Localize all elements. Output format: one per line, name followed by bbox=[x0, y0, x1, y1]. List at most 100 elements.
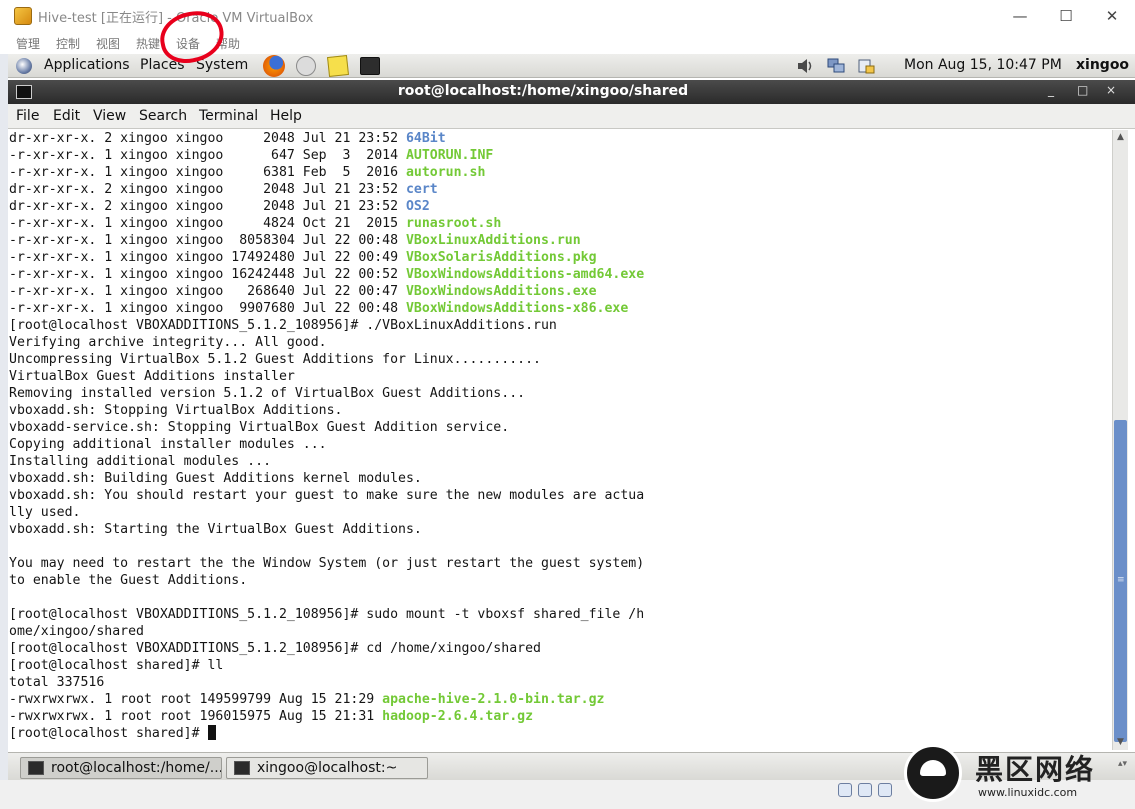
executable-name: runasroot.sh bbox=[405, 216, 502, 231]
terminal-scrollbar[interactable]: ▲ ≡ ▼ bbox=[1112, 130, 1128, 750]
terminal-title: root@localhost:/home/xingoo/shared bbox=[397, 83, 689, 99]
terminal-line: vboxadd.sh: Building Guest Additions ker… bbox=[9, 470, 644, 487]
terminal-icon bbox=[360, 57, 380, 75]
terminal-text: -rwxrwxrwx. 1 root root 196015975 Aug 15… bbox=[9, 709, 383, 724]
terminal-menu-help[interactable]: Help bbox=[270, 108, 302, 124]
scroll-up-arrow-icon[interactable]: ▲ bbox=[1113, 130, 1128, 145]
minimize-button[interactable]: — bbox=[997, 2, 1043, 30]
terminal-line: dr-xr-xr-x. 2 xingoo xingoo 2048 Jul 21 … bbox=[9, 130, 644, 147]
vbox-title-bar: Hive-test [正在运行] - Oracle VM VirtualBox … bbox=[0, 0, 1135, 32]
terminal-launcher[interactable] bbox=[358, 54, 382, 78]
terminal-line: -rwxrwxrwx. 1 root root 196015975 Aug 15… bbox=[9, 708, 644, 725]
scroll-down-arrow-icon[interactable]: ▼ bbox=[1113, 735, 1128, 750]
terminal-line: You may need to restart the the Window S… bbox=[9, 555, 644, 572]
terminal-text: to enable the Guest Additions. bbox=[9, 573, 248, 588]
terminal-text: vboxadd.sh: Starting the VirtualBox Gues… bbox=[9, 522, 422, 537]
gnome-bottom-panel: root@localhost:/home/... xingoo@localhos… bbox=[8, 752, 1135, 780]
close-button[interactable]: ✕ bbox=[1089, 2, 1135, 30]
terminal-line: Removing installed version 5.1.2 of Virt… bbox=[9, 385, 644, 402]
maximize-button[interactable]: ☐ bbox=[1043, 2, 1089, 30]
terminal-text: -r-xr-xr-x. 1 xingoo xingoo 16242448 Jul… bbox=[9, 267, 406, 282]
terminal-menu-file[interactable]: File bbox=[16, 108, 39, 124]
terminal-output[interactable]: dr-xr-xr-x. 2 xingoo xingoo 2048 Jul 21 … bbox=[8, 130, 1111, 750]
taskbar-scroll-arrows-icon[interactable]: ▴▾ bbox=[1118, 759, 1128, 769]
terminal-lines: dr-xr-xr-x. 2 xingoo xingoo 2048 Jul 21 … bbox=[9, 130, 644, 742]
vbox-menu-help[interactable]: 帮助 bbox=[216, 35, 240, 52]
virtualbox-app-icon bbox=[14, 7, 32, 25]
terminal-line: [root@localhost shared]# ll bbox=[9, 657, 644, 674]
terminal-line: -r-xr-xr-x. 1 xingoo xingoo 8058304 Jul … bbox=[9, 232, 644, 249]
gnome-top-panel: Applications Places System Mon Aug 15, 1… bbox=[8, 54, 1135, 78]
terminal-line: -r-xr-xr-x. 1 xingoo xingoo 16242448 Jul… bbox=[9, 266, 644, 283]
terminal-line: vboxadd.sh: Starting the VirtualBox Gues… bbox=[9, 521, 644, 538]
scrollbar-thumb[interactable]: ≡ bbox=[1114, 420, 1127, 742]
applications-menu[interactable]: Applications bbox=[44, 57, 130, 73]
vbox-menu-view[interactable]: 视图 bbox=[96, 35, 120, 52]
volume-icon[interactable] bbox=[796, 57, 816, 75]
system-menu[interactable]: System bbox=[196, 57, 248, 73]
gnome-foot-icon bbox=[16, 58, 32, 74]
terminal-line: vboxadd-service.sh: Stopping VirtualBox … bbox=[9, 419, 644, 436]
terminal-line: -r-xr-xr-x. 1 xingoo xingoo 6381 Feb 5 2… bbox=[9, 164, 644, 181]
terminal-menu-terminal[interactable]: Terminal bbox=[199, 108, 258, 124]
terminal-text: -r-xr-xr-x. 1 xingoo xingoo 9907680 Jul … bbox=[9, 301, 406, 316]
terminal-text: [root@localhost VBOXADDITIONS_5.1.2_1089… bbox=[9, 641, 541, 656]
terminal-text: total 337516 bbox=[9, 675, 105, 690]
terminal-text: vboxadd.sh: You should restart your gues… bbox=[9, 488, 645, 503]
places-menu[interactable]: Places bbox=[140, 57, 185, 73]
terminal-line: vboxadd.sh: Stopping VirtualBox Addition… bbox=[9, 402, 644, 419]
terminal-text: [root@localhost VBOXADDITIONS_5.1.2_1089… bbox=[9, 318, 557, 333]
terminal-text: Removing installed version 5.1.2 of Virt… bbox=[9, 386, 526, 401]
terminal-close-button[interactable]: × bbox=[1106, 83, 1116, 97]
terminal-text: -r-xr-xr-x. 1 xingoo xingoo 6381 Feb 5 2… bbox=[9, 165, 406, 180]
terminal-line: dr-xr-xr-x. 2 xingoo xingoo 2048 Jul 21 … bbox=[9, 181, 644, 198]
hdd-status-icon[interactable] bbox=[838, 783, 852, 797]
taskbar-item-xingoo-terminal[interactable]: xingoo@localhost:~ bbox=[226, 757, 428, 779]
taskbar-item-label: root@localhost:/home/... bbox=[51, 760, 222, 776]
vbox-menu-manage[interactable]: 管理 bbox=[16, 35, 40, 52]
terminal-text: Verifying archive integrity... All good. bbox=[9, 335, 327, 350]
vbox-menu-control[interactable]: 控制 bbox=[56, 35, 80, 52]
updates-icon[interactable] bbox=[856, 57, 876, 75]
notes-launcher[interactable] bbox=[326, 54, 350, 78]
terminal-menu-edit[interactable]: Edit bbox=[53, 108, 80, 124]
mail-icon bbox=[296, 56, 316, 76]
terminal-text: [root@localhost shared]# bbox=[9, 726, 208, 741]
terminal-maximize-button[interactable]: □ bbox=[1077, 83, 1088, 97]
firefox-launcher[interactable] bbox=[262, 54, 286, 78]
terminal-cursor bbox=[207, 725, 216, 740]
executable-name: AUTORUN.INF bbox=[405, 148, 494, 163]
mail-launcher[interactable] bbox=[294, 54, 318, 78]
optical-status-icon[interactable] bbox=[858, 783, 872, 797]
taskbar-item-root-terminal[interactable]: root@localhost:/home/... bbox=[20, 757, 222, 779]
vbox-menu-bar: 管理 控制 视图 热键 设备 帮助 bbox=[0, 32, 1135, 54]
network-icon[interactable] bbox=[826, 57, 846, 75]
terminal-line: -r-xr-xr-x. 1 xingoo xingoo 9907680 Jul … bbox=[9, 300, 644, 317]
watermark-url: www.linuxidc.com bbox=[978, 786, 1078, 799]
terminal-line: Verifying archive integrity... All good. bbox=[9, 334, 644, 351]
terminal-menu-search[interactable]: Search bbox=[139, 108, 187, 124]
vbox-status-bar bbox=[0, 780, 1135, 809]
vbox-menu-hotkeys[interactable]: 热键 bbox=[136, 35, 160, 52]
terminal-text: [root@localhost VBOXADDITIONS_5.1.2_1089… bbox=[9, 607, 645, 622]
window-title: Hive-test [正在运行] - Oracle VM VirtualBox bbox=[38, 11, 314, 26]
terminal-text: -r-xr-xr-x. 1 xingoo xingoo 268640 Jul 2… bbox=[9, 284, 406, 299]
panel-clock[interactable]: Mon Aug 15, 10:47 PM bbox=[904, 57, 1062, 73]
panel-username[interactable]: xingoo bbox=[1076, 57, 1129, 73]
terminal-icon bbox=[234, 761, 250, 775]
terminal-line: vboxadd.sh: You should restart your gues… bbox=[9, 487, 644, 504]
terminal-line: [root@localhost shared]# bbox=[9, 725, 644, 742]
terminal-menu-view[interactable]: View bbox=[93, 108, 126, 124]
vbox-menu-devices[interactable]: 设备 bbox=[176, 35, 200, 52]
terminal-line: -r-xr-xr-x. 1 xingoo xingoo 268640 Jul 2… bbox=[9, 283, 644, 300]
network-status-icon[interactable] bbox=[878, 783, 892, 797]
archive-name: hadoop-2.6.4.tar.gz bbox=[382, 709, 534, 724]
terminal-line: -rwxrwxrwx. 1 root root 149599799 Aug 15… bbox=[9, 691, 644, 708]
taskbar-item-label: xingoo@localhost:~ bbox=[257, 760, 398, 776]
terminal-text: dr-xr-xr-x. 2 xingoo xingoo 2048 Jul 21 … bbox=[9, 131, 406, 146]
terminal-line: [root@localhost VBOXADDITIONS_5.1.2_1089… bbox=[9, 317, 644, 334]
terminal-text: Copying additional installer modules ... bbox=[9, 437, 327, 452]
terminal-minimize-button[interactable]: _ bbox=[1048, 83, 1054, 97]
